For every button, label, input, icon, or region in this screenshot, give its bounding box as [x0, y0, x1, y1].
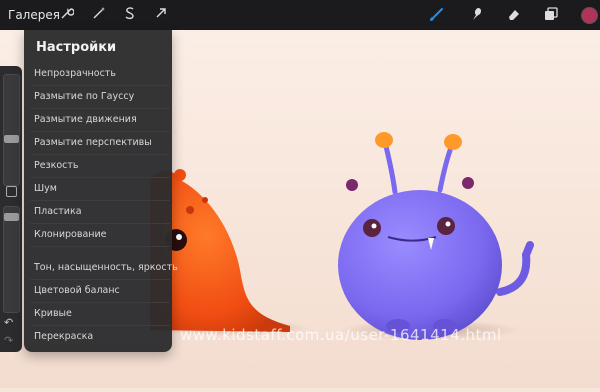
- menu-item-clone[interactable]: Клонирование: [34, 229, 170, 240]
- menu-item-liquify[interactable]: Пластика: [34, 206, 170, 217]
- menu-divider: [30, 302, 170, 303]
- wrench-icon[interactable]: [58, 6, 76, 24]
- menu-divider: [30, 246, 170, 247]
- selection-s-icon[interactable]: [121, 6, 139, 24]
- top-toolbar: Галерея: [0, 0, 600, 30]
- menu-item-opacity[interactable]: Непрозрачность: [34, 68, 170, 79]
- undo-icon[interactable]: ↶: [4, 316, 13, 329]
- menu-divider: [30, 200, 170, 201]
- menu-divider: [30, 279, 170, 280]
- menu-item-curves[interactable]: Кривые: [34, 308, 170, 319]
- eraser-icon[interactable]: [505, 6, 523, 24]
- menu-item-noise[interactable]: Шум: [34, 183, 170, 194]
- menu-divider: [30, 108, 170, 109]
- menu-item-sharpen[interactable]: Резкость: [34, 160, 170, 171]
- color-swatch[interactable]: [580, 6, 598, 24]
- menu-divider: [30, 154, 170, 155]
- menu-divider: [30, 131, 170, 132]
- menu-item-color-balance[interactable]: Цветовой баланс: [34, 285, 170, 296]
- menu-item-motion-blur[interactable]: Размытие движения: [34, 114, 170, 125]
- menu-item-perspective-blur[interactable]: Размытие перспективы: [34, 137, 170, 148]
- opacity-slider[interactable]: [3, 206, 20, 313]
- modify-button[interactable]: [6, 186, 17, 197]
- brush-icon[interactable]: [428, 6, 446, 24]
- smudge-icon[interactable]: [468, 6, 486, 24]
- menu-item-recolor[interactable]: Перекраска: [34, 331, 170, 342]
- menu-divider: [30, 85, 170, 86]
- adjustments-menu: Настройки Непрозрачность Размытие по Гау…: [24, 30, 178, 352]
- menu-title: Настройки: [36, 40, 117, 55]
- layers-icon[interactable]: [542, 6, 560, 24]
- menu-divider: [30, 177, 170, 178]
- left-sidebar: ↶ ↷: [0, 66, 22, 352]
- brush-size-handle[interactable]: [4, 135, 19, 143]
- arrow-cursor-icon[interactable]: [152, 6, 170, 24]
- menu-item-gaussian-blur[interactable]: Размытие по Гауссу: [34, 91, 170, 102]
- redo-icon[interactable]: ↷: [4, 334, 13, 347]
- magic-wand-icon[interactable]: [90, 6, 108, 24]
- menu-divider: [30, 223, 170, 224]
- menu-divider: [30, 325, 170, 326]
- gallery-button[interactable]: Галерея: [8, 8, 60, 22]
- brush-size-slider[interactable]: [3, 74, 20, 186]
- watermark-text: www.kidstaff.com.ua/user-1641414.html: [180, 326, 502, 344]
- opacity-handle[interactable]: [4, 213, 19, 221]
- menu-item-hue-saturation-brightness[interactable]: Тон, насыщенность, яркость: [34, 262, 178, 273]
